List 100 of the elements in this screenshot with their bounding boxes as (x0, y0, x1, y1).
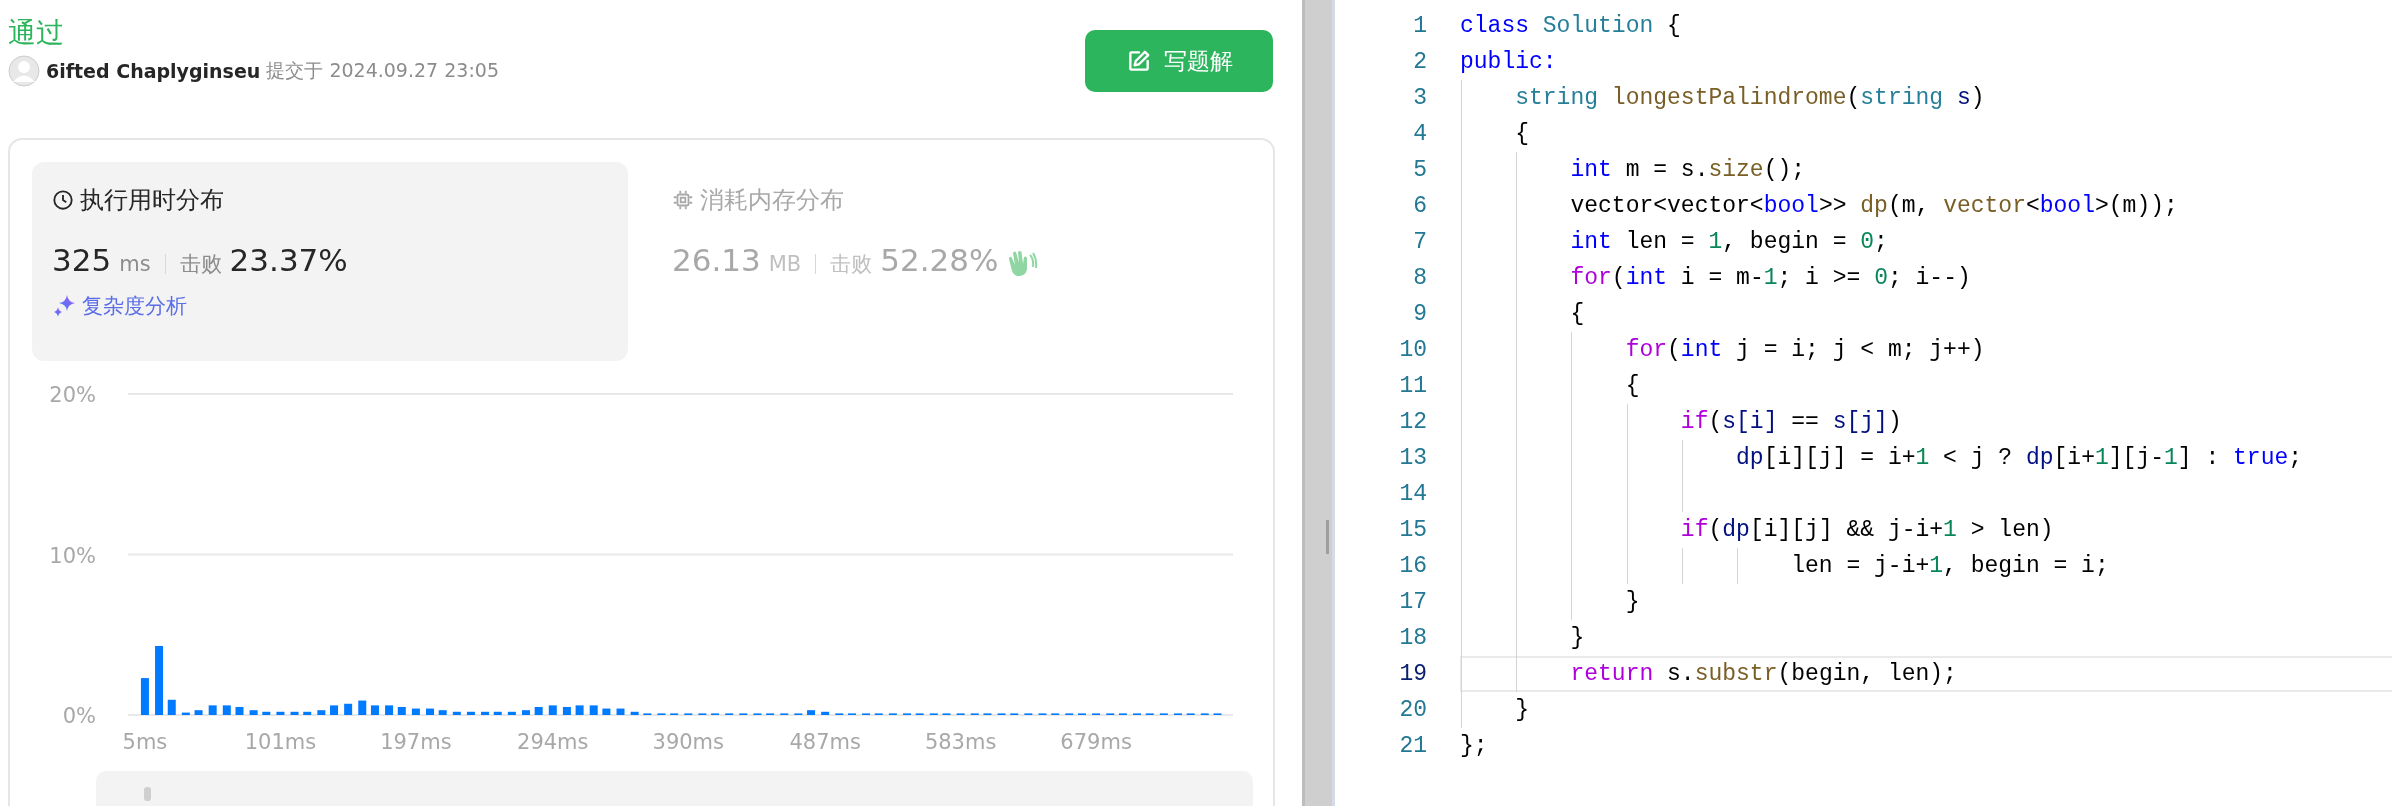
y-axis-label: 20% (49, 383, 96, 407)
line-number: 4 (1412, 120, 1427, 149)
line-number: 21 (1398, 732, 1427, 761)
stat-panel[interactable]: 执行用时分布 325 ms 击败 23.37% 复杂度分析 (32, 162, 628, 361)
bar[interactable] (589, 705, 598, 715)
bar[interactable] (575, 705, 584, 715)
stat-unit: ms (119, 252, 151, 276)
avatar-icon (8, 55, 40, 87)
code-line: if(s[i] == s[j]) (1679, 409, 1902, 435)
bar[interactable] (385, 705, 394, 715)
bar[interactable] (181, 712, 190, 715)
line-number: 19 (1398, 660, 1427, 689)
bar[interactable] (397, 707, 406, 715)
line-number: 10 (1398, 336, 1427, 365)
bar[interactable] (344, 703, 353, 715)
line-number: 3 (1412, 84, 1427, 113)
bar[interactable] (167, 699, 176, 715)
bar[interactable] (290, 711, 299, 715)
code-line: len = j-i+1, begin = i; (1790, 553, 2109, 579)
bar[interactable] (466, 711, 475, 715)
line-number: 13 (1398, 444, 1427, 473)
code-line: return s.substr(begin, len); (1569, 661, 1957, 687)
line-number: 2 (1412, 48, 1427, 77)
bar[interactable] (155, 646, 164, 715)
bar[interactable] (235, 707, 244, 715)
bar[interactable] (194, 710, 203, 715)
code-line: string longestPalindrome(string s) (1514, 85, 1985, 111)
bar[interactable] (493, 711, 502, 715)
bar[interactable] (452, 711, 461, 715)
bar[interactable] (426, 708, 434, 715)
line-number: 9 (1412, 300, 1427, 329)
x-axis-label: 583ms (924, 730, 997, 754)
code-line: } (1624, 589, 1640, 615)
chip-icon (672, 189, 694, 211)
code-line: vector<vector<bool>> dp(m, vector<bool>(m)); (1569, 193, 2178, 219)
line-number: 11 (1398, 372, 1427, 401)
bar[interactable] (276, 711, 285, 715)
line-number: 15 (1398, 516, 1427, 545)
panel-title: 执行用时分布 (80, 185, 224, 216)
line-number: 8 (1412, 264, 1427, 293)
code-line: { (1624, 373, 1640, 399)
bar[interactable] (140, 678, 149, 715)
bar[interactable] (330, 705, 339, 715)
bar[interactable] (562, 707, 571, 715)
bar[interactable] (438, 710, 447, 715)
y-axis-label: 0% (62, 704, 96, 728)
bar[interactable] (317, 710, 326, 715)
stat-unit: MB (768, 252, 802, 276)
code-line: } (1514, 697, 1529, 723)
line-number: 12 (1398, 408, 1427, 437)
line-number: 18 (1398, 624, 1427, 653)
bar[interactable] (821, 711, 830, 715)
bar[interactable] (249, 710, 258, 715)
clock-icon (52, 189, 74, 211)
bar[interactable] (534, 707, 543, 715)
code-line: if(dp[i][j] && j-i+1 > len) (1679, 517, 2054, 543)
bar[interactable] (303, 711, 312, 715)
bar[interactable] (521, 710, 530, 715)
code-line: { (1569, 301, 1585, 327)
bar[interactable] (807, 710, 816, 715)
code-line: int len = 1, begin = 0; (1569, 229, 1888, 255)
status-title: 通过 (8, 16, 64, 50)
marker-icon (144, 787, 151, 801)
stat-panel[interactable]: 消耗内存分布 26.13 MB 击败 52.28% (652, 162, 1248, 361)
x-axis-label: 101ms (244, 730, 317, 754)
panel-title: 消耗内存分布 (700, 185, 844, 216)
bar[interactable] (481, 711, 490, 715)
write-solution-button[interactable]: 写题解 (1085, 30, 1273, 92)
x-axis-label: 487ms (789, 730, 861, 754)
code-line: for(int j = i; j < m; j++) (1624, 337, 1985, 363)
code-line: } (1569, 625, 1585, 651)
bar[interactable] (411, 708, 420, 715)
line-number: 17 (1398, 588, 1427, 617)
bar[interactable] (370, 705, 379, 715)
bar[interactable] (222, 705, 231, 715)
beats-label: 击败 (179, 251, 222, 278)
line-number: 6 (1412, 192, 1427, 221)
grip-icon[interactable] (1326, 520, 1329, 554)
code-line: class Solution { (1460, 13, 1681, 39)
complexity-link[interactable]: 复杂度分析 (82, 292, 187, 320)
clapping-hands-icon (1006, 249, 1039, 279)
code-line: for(int i = m-1; i >= 0; i--) (1569, 265, 1971, 291)
bar[interactable] (548, 705, 557, 715)
bar[interactable] (262, 711, 271, 715)
bar[interactable] (602, 708, 611, 715)
user-name[interactable]: 6ifted Chaplyginseu (46, 60, 261, 82)
x-axis-label: 197ms (380, 730, 452, 754)
y-axis-label: 10% (49, 543, 96, 568)
x-axis-label: 294ms (517, 730, 589, 754)
bar[interactable] (358, 700, 367, 715)
beats-percent: 52.28% (880, 242, 999, 278)
bar[interactable] (208, 705, 217, 715)
code-line: }; (1460, 733, 1488, 759)
bar[interactable] (630, 711, 639, 715)
stat-value: 325 (52, 242, 112, 278)
bar[interactable] (616, 708, 625, 715)
code-line: public: (1460, 49, 1557, 75)
code-line: dp[i][j] = i+1 < j ? dp[i+1][j-1] : true; (1735, 445, 2303, 471)
line-number: 20 (1398, 696, 1427, 725)
bar[interactable] (507, 711, 516, 715)
